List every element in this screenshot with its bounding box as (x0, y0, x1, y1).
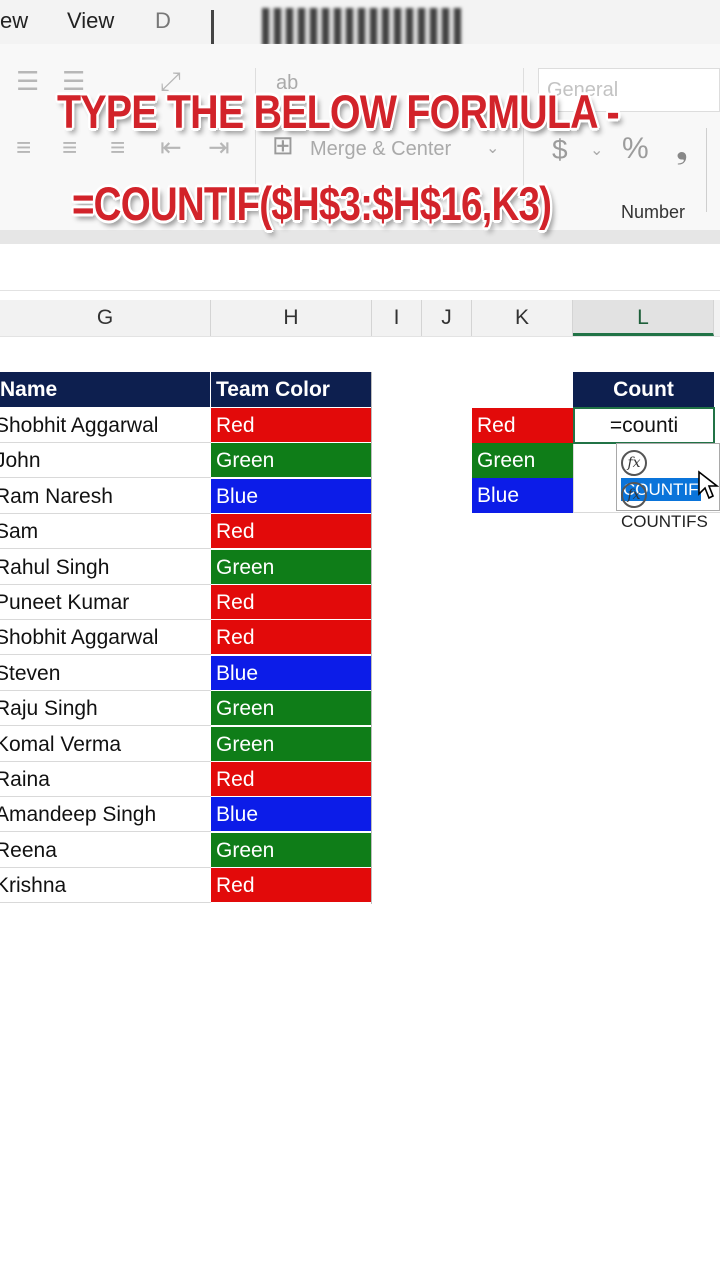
menu-item-view-partial[interactable]: ew (0, 8, 28, 34)
count-label-blue[interactable]: Blue (472, 478, 573, 513)
table-row-name[interactable]: Amandeep Singh (0, 797, 211, 832)
function-icon: fx (621, 449, 647, 476)
table-row-team-color[interactable]: Green (211, 727, 372, 762)
caption-line-1: TYPE THE BELOW FORMULA - (57, 85, 620, 138)
blurred-menu-items (262, 8, 462, 46)
table-row-team-color[interactable]: Red (211, 585, 372, 620)
merge-dropdown-chevron-icon[interactable]: ⌄ (486, 138, 499, 158)
column-header-k[interactable]: K (472, 300, 573, 336)
column-header-j[interactable]: J (422, 300, 472, 336)
percent-format-button[interactable]: % (622, 132, 649, 166)
count-label-red[interactable]: Red (472, 408, 573, 443)
table-row-name[interactable]: Komal Verma (0, 727, 211, 762)
merge-center-label[interactable]: Merge & Center (310, 138, 451, 161)
column-header-g[interactable]: G (0, 300, 211, 336)
menu-item-view[interactable]: View (67, 8, 114, 34)
table-row-team-color[interactable]: Red (211, 514, 372, 549)
menu-divider (211, 10, 214, 44)
table-row-name[interactable]: Shobhit Aggarwal (0, 408, 211, 443)
table-header-name[interactable]: Name (0, 372, 211, 407)
table-row-team-color[interactable]: Red (211, 868, 372, 903)
table-row-team-color[interactable]: Red (211, 408, 372, 443)
currency-dropdown-chevron-icon[interactable]: ⌄ (590, 140, 603, 160)
table-row-team-color[interactable]: Red (211, 620, 372, 655)
table-header-team-color[interactable]: Team Color (211, 372, 372, 407)
table-row-team-color[interactable]: Green (211, 443, 372, 478)
column-header-l[interactable]: L (573, 300, 714, 336)
mouse-pointer-icon (698, 470, 719, 500)
table-row-name[interactable]: Shobhit Aggarwal (0, 620, 211, 655)
column-header-i[interactable]: I (372, 300, 422, 336)
count-label-green[interactable]: Green (472, 443, 573, 478)
caption-formula: =COUNTIF($H$3:$H$16,K3) (72, 177, 552, 230)
table-row-name[interactable]: John (0, 443, 211, 478)
table-row-team-color[interactable]: Green (211, 691, 372, 726)
table-row-name[interactable]: Ram Naresh (0, 479, 211, 514)
table-row-team-color[interactable]: Blue (211, 656, 372, 691)
table-row-name[interactable]: Raina (0, 762, 211, 797)
menu-item-draw-partial[interactable]: D (155, 8, 171, 34)
column-headers: G H I J K L (0, 300, 720, 337)
function-icon: fx (621, 481, 647, 508)
table-row-name[interactable]: Reena (0, 833, 211, 868)
align-left-icon[interactable]: ≡ (16, 132, 31, 163)
table-row-name[interactable]: Puneet Kumar (0, 585, 211, 620)
count-header[interactable]: Count (573, 372, 714, 407)
table-row-name[interactable]: Sam (0, 514, 211, 549)
table-row-team-color[interactable]: Red (211, 762, 372, 797)
table-row-team-color[interactable]: Blue (211, 479, 372, 514)
active-cell-editor[interactable]: =counti (573, 407, 715, 444)
comma-style-button[interactable]: ❟ (676, 132, 688, 166)
table-row-name[interactable]: Raju Singh (0, 691, 211, 726)
formula-bar[interactable] (0, 244, 720, 291)
table-row-name[interactable]: Rahul Singh (0, 550, 211, 585)
table-row-team-color[interactable]: Green (211, 833, 372, 868)
table-row-name[interactable]: Krishna (0, 868, 211, 903)
menu-bar: ew View D (0, 0, 720, 46)
table-row-team-color[interactable]: Green (211, 550, 372, 585)
column-header-h[interactable]: H (211, 300, 372, 336)
number-group-label: Number (621, 202, 686, 222)
table-row-name[interactable]: Steven (0, 656, 211, 691)
table-row-team-color[interactable]: Blue (211, 797, 372, 832)
autocomplete-item-label: COUNTIFS (621, 512, 708, 531)
ribbon-separator (0, 230, 720, 244)
align-top-icon[interactable]: ☰ (16, 66, 39, 97)
